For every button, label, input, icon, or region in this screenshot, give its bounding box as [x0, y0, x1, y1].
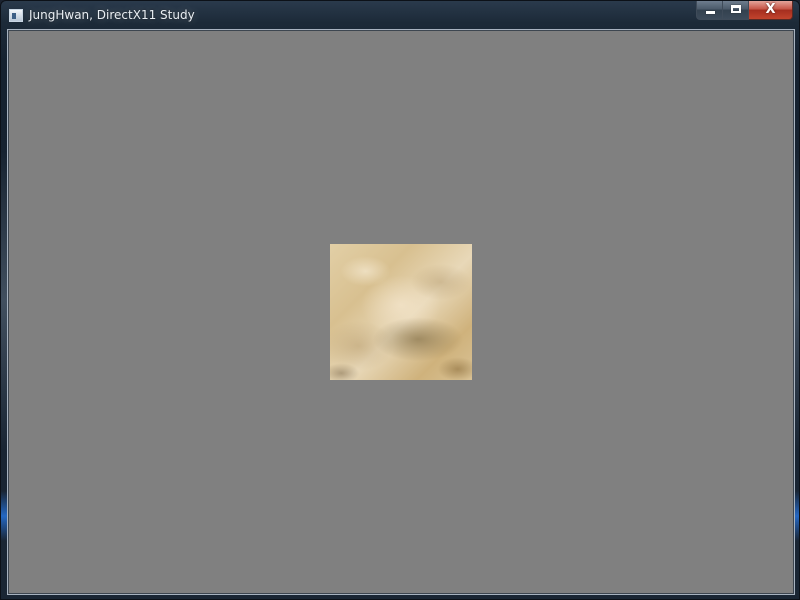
close-icon: X — [765, 2, 776, 17]
caption-buttons: X — [696, 1, 793, 21]
window-title: JungHwan, DirectX11 Study — [29, 8, 195, 22]
maximize-icon — [731, 5, 741, 13]
textured-quad — [330, 244, 472, 380]
close-button[interactable]: X — [749, 1, 793, 20]
minimize-icon — [706, 11, 715, 14]
app-window: JungHwan, DirectX11 Study X — [0, 0, 800, 600]
render-viewport[interactable] — [9, 31, 793, 593]
maximize-button[interactable] — [723, 1, 749, 20]
app-window-icon[interactable] — [9, 9, 23, 22]
title-bar[interactable]: JungHwan, DirectX11 Study X — [1, 1, 799, 29]
minimize-button[interactable] — [696, 1, 723, 20]
